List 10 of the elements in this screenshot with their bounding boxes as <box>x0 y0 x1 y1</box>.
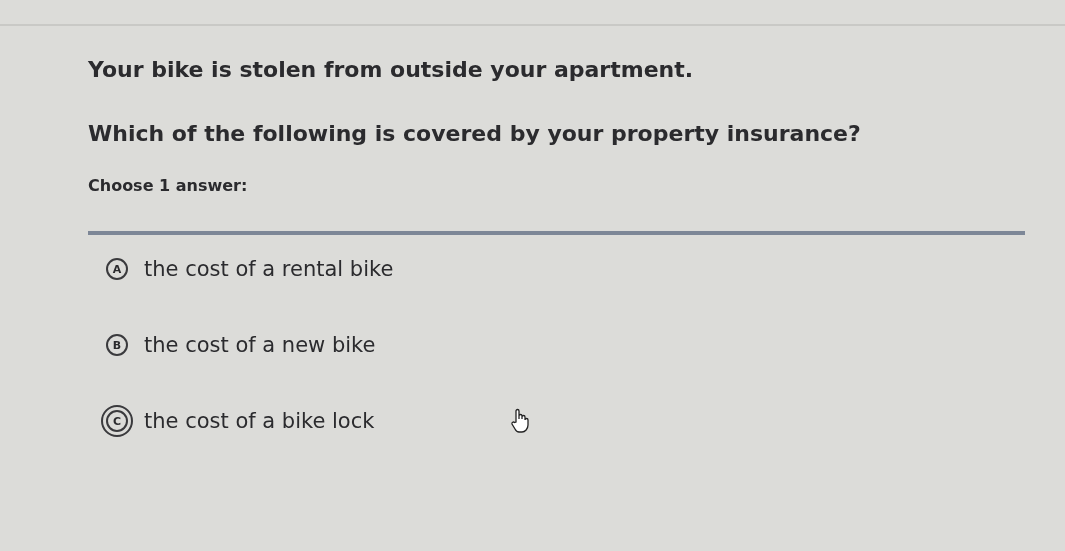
choice-text[interactable]: the cost of a new bike <box>144 333 376 357</box>
choice-radio[interactable]: A <box>101 253 133 285</box>
choice-text[interactable]: the cost of a bike lock <box>144 409 375 433</box>
pointer-hand-icon <box>510 408 531 434</box>
question-text: Which of the following is covered by your property insurance? <box>88 120 862 148</box>
instruction-text: Choose 1 answer: <box>88 176 249 195</box>
question-text: Your bike is stolen from outside your apartment. <box>88 56 695 84</box>
choice-radio[interactable]: B <box>101 329 133 361</box>
choice-radio[interactable]: C <box>101 405 133 437</box>
choice-text[interactable]: the cost of a rental bike <box>144 257 394 281</box>
